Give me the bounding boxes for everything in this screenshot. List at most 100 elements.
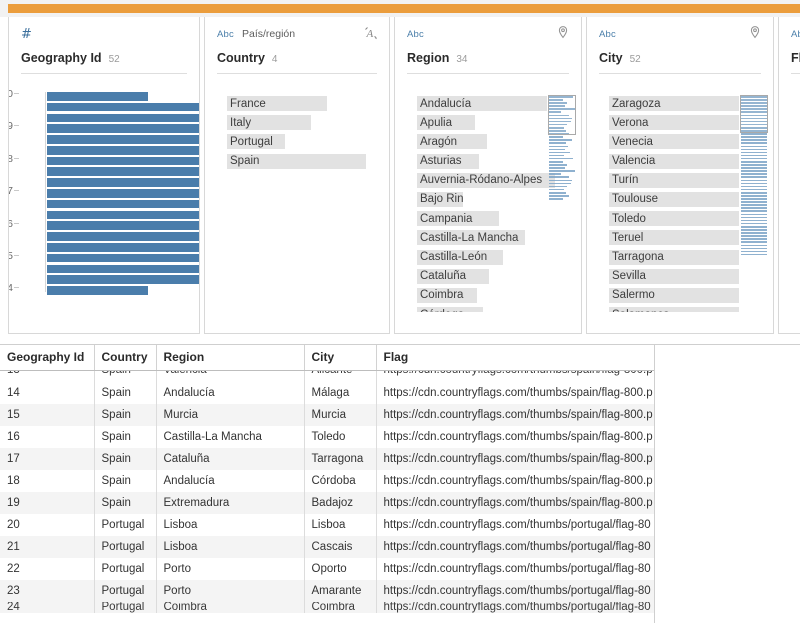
field-card-geography-id[interactable]: # Geography Id 52 0 9 18 27 36 45 54	[8, 17, 200, 334]
minimap-viewport-handle[interactable]	[740, 95, 768, 133]
table-row[interactable]: 14 Spain Andalucía Málaga https://cdn.countr…	[0, 382, 655, 404]
field-card-country[interactable]: Abc País/región A Country 4 France Italy…	[204, 17, 390, 334]
table-row[interactable]: 17 Spain Cataluña Tarragona https://cdn.coun…	[0, 448, 655, 470]
flag-value-list[interactable]: htthtthtthtt	[787, 96, 800, 169]
minimap-row	[741, 188, 767, 191]
histogram-bar-row[interactable]	[47, 92, 191, 101]
column-header-geography-id[interactable]: Geography Id	[0, 345, 95, 371]
field-card-region[interactable]: Abc Region 34 Andalucía Apulia Aragón Astur…	[394, 17, 582, 334]
histogram-bar[interactable]	[47, 286, 149, 295]
histogram-bar[interactable]	[47, 113, 199, 123]
value-label: Portugal	[230, 135, 273, 148]
table-row[interactable]: 23 Portugal Porto Amarante https://cdn.count…	[0, 580, 655, 602]
histogram-bar[interactable]	[47, 135, 199, 144]
table-row[interactable]: 21 Portugal Lisboa Cascais https://cdn.count…	[0, 536, 655, 558]
histogram-bar[interactable]	[47, 242, 199, 252]
column-header-region[interactable]: Region	[156, 345, 305, 371]
country-value-list[interactable]: France Italy Portugal Spain	[213, 96, 381, 169]
histogram-bar-row[interactable]	[47, 124, 199, 133]
city-scroll-minimap[interactable]	[740, 95, 768, 281]
minimap-row	[741, 247, 767, 250]
histogram-bar-row[interactable]	[47, 210, 199, 220]
number-type-icon: #	[21, 26, 32, 42]
minimap-row	[741, 170, 767, 172]
table-row[interactable]: 24 Portugal Coimbra Coimbra https://cdn.coun…	[0, 602, 655, 613]
histogram-bar[interactable]	[47, 199, 199, 209]
region-list-item[interactable]: Córdega	[417, 307, 573, 312]
histogram-bar-row[interactable]	[47, 199, 199, 209]
histogram-bar[interactable]	[47, 275, 199, 284]
histogram-bar[interactable]	[47, 102, 199, 112]
histogram-bar-row[interactable]	[47, 189, 199, 198]
field-card-flag[interactable]: Abc URL Flag htthtthtthtt	[778, 17, 800, 334]
histogram-bar-row[interactable]	[47, 113, 199, 123]
country-list-item[interactable]: Portugal	[227, 134, 381, 150]
histogram-tick-label: 45	[9, 250, 13, 262]
histogram-bar-row[interactable]	[47, 167, 199, 177]
table-row[interactable]: 18 Spain Andalucía Córdoba https://cdn.count…	[0, 470, 655, 492]
text-type-icon[interactable]: A	[363, 25, 379, 41]
column-header-city[interactable]: City	[304, 345, 377, 371]
data-preview-grid[interactable]: Geography Id Country Region City Flag 13…	[0, 344, 800, 623]
histogram-bar[interactable]	[47, 92, 149, 101]
city-list-item[interactable]: Salamanca	[609, 307, 765, 312]
histogram-bar-row[interactable]	[47, 275, 199, 284]
histogram-bar[interactable]	[47, 232, 199, 241]
histogram-bar[interactable]	[47, 167, 199, 177]
histogram-bar[interactable]	[47, 189, 199, 198]
histogram-bar[interactable]	[47, 253, 199, 263]
geographic-role-icon[interactable]	[747, 25, 763, 41]
card-header: # Geography Id 52	[9, 17, 199, 66]
histogram-bar-row[interactable]	[47, 242, 199, 252]
table-row[interactable]: 20 Portugal Lisboa Lisboa https://cdn.countr…	[0, 514, 655, 536]
histogram-bar[interactable]	[47, 221, 199, 230]
country-list-item[interactable]: Italy	[227, 115, 381, 131]
histogram-bar[interactable]	[47, 156, 199, 166]
minimap-row	[549, 160, 564, 163]
histogram-bar-row[interactable]	[47, 253, 199, 263]
histogram-tick-mark	[14, 93, 19, 94]
histogram-bar-row[interactable]	[47, 232, 199, 241]
minimap-viewport-handle[interactable]	[548, 95, 576, 135]
city-list-item[interactable]: Salermo	[609, 287, 765, 303]
histogram-bar-row[interactable]	[47, 135, 199, 144]
field-name-label: Flag	[791, 51, 800, 65]
minimap-row	[741, 160, 767, 163]
field-card-city[interactable]: Abc City 52 Zaragoza Verona Venecia Valenci…	[586, 17, 774, 334]
country-list-item[interactable]: Spain	[227, 153, 381, 169]
histogram-bar[interactable]	[47, 178, 199, 187]
value-label: Italy	[230, 116, 252, 129]
minimap-row	[549, 145, 568, 148]
histogram-tick-mark	[14, 125, 19, 127]
region-list-item[interactable]: Coimbra	[417, 287, 573, 303]
histogram-bar-row[interactable]	[47, 221, 199, 230]
histogram-bar-row[interactable]	[47, 102, 199, 112]
column-header-flag[interactable]: Flag	[376, 345, 655, 371]
histogram-bar-row[interactable]	[47, 178, 199, 187]
value-label: Toulouse	[612, 193, 659, 206]
table-row[interactable]: 19 Spain Extremadura Badajoz https://cdn.cou…	[0, 492, 655, 514]
geography-id-histogram[interactable]: 0 9 18 27 36 45 54	[9, 88, 199, 295]
cell-geography-id: 20	[0, 514, 95, 536]
histogram-bar[interactable]	[47, 124, 199, 133]
country-list-item[interactable]: France	[227, 96, 381, 111]
table-row[interactable]: 22 Portugal Porto Oporto https://cdn.country…	[0, 558, 655, 580]
histogram-bar-row[interactable]	[47, 264, 199, 274]
histogram-bar[interactable]	[47, 264, 199, 274]
geographic-role-icon[interactable]	[555, 25, 571, 41]
preview-table: Geography Id Country Region City Flag 13…	[0, 345, 655, 613]
histogram-bar-row[interactable]	[47, 156, 199, 166]
histogram-bar-row[interactable]	[47, 286, 191, 295]
histogram-bar-row[interactable]	[47, 145, 199, 155]
table-row[interactable]: 13 Spain Valencia Alicante https://cdn.count…	[0, 370, 655, 382]
minimap-row	[741, 142, 767, 144]
histogram-bar[interactable]	[47, 210, 199, 220]
minimap-row	[741, 204, 767, 206]
column-header-country[interactable]: Country	[94, 345, 157, 371]
table-row[interactable]: 15 Spain Murcia Murcia https://cdn.countryfl…	[0, 404, 655, 426]
table-row[interactable]: 16 Spain Castilla-La Mancha Toledo https://c…	[0, 426, 655, 448]
minimap-row	[741, 154, 767, 157]
region-scroll-minimap[interactable]	[548, 95, 576, 281]
histogram-bar[interactable]	[47, 145, 199, 155]
histogram-tick-mark	[14, 222, 19, 224]
